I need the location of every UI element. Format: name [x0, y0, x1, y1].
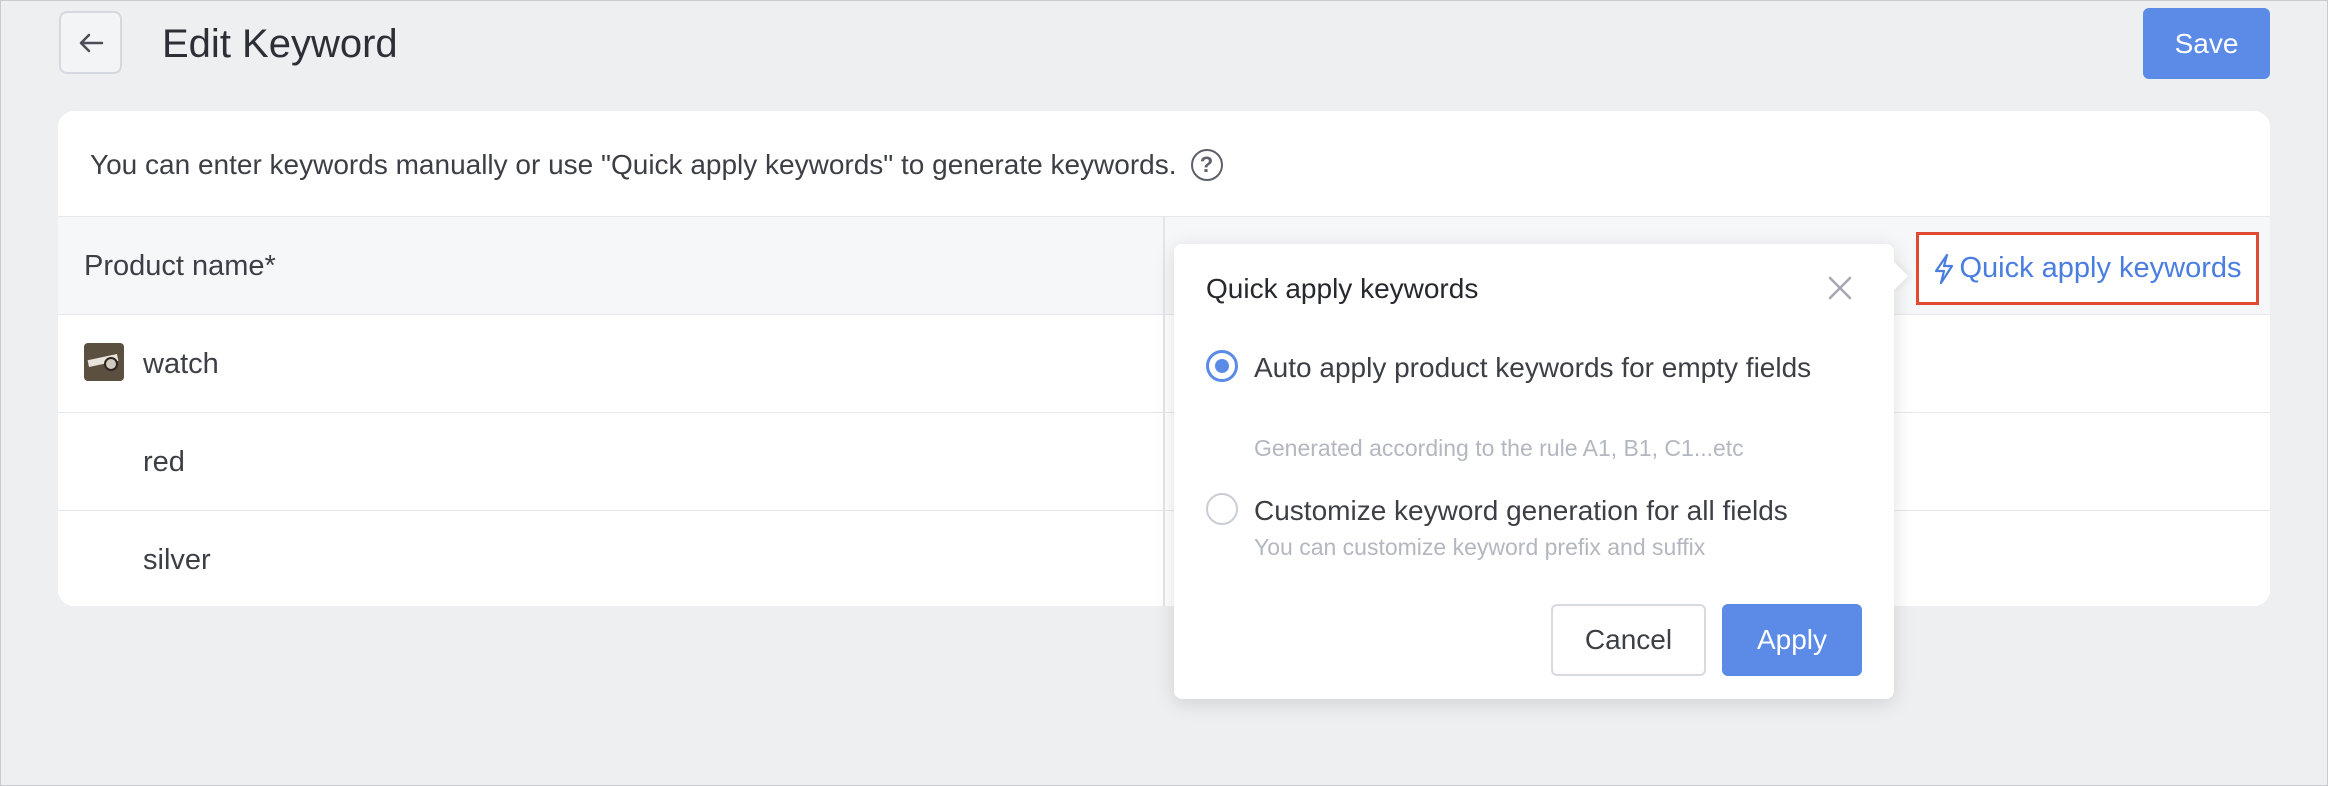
variant-name: silver [143, 544, 211, 576]
save-button[interactable]: Save [2143, 8, 2270, 79]
cancel-button[interactable]: Cancel [1551, 604, 1706, 676]
option-label: Auto apply product keywords for empty fi… [1254, 352, 1812, 383]
option-hint: Generated according to the rule A1, B1, … [1254, 435, 1744, 461]
back-button[interactable] [59, 11, 122, 74]
radio-unselected-icon[interactable] [1206, 493, 1238, 525]
lightning-icon [1935, 253, 1954, 284]
popover-title: Quick apply keywords [1206, 273, 1479, 304]
page-title: Edit Keyword [162, 22, 398, 66]
arrow-left-icon [79, 33, 103, 52]
option-hint: You can customize keyword prefix and suf… [1254, 534, 1706, 560]
product-name: watch [143, 348, 219, 380]
close-icon[interactable] [1826, 274, 1854, 302]
apply-button[interactable]: Apply [1722, 604, 1862, 676]
column-divider [1163, 216, 1165, 606]
option-label: Customize keyword generation for all fie… [1254, 495, 1788, 526]
info-banner: You can enter keywords manually or use "… [90, 145, 1223, 185]
radio-selected-icon[interactable] [1206, 350, 1238, 382]
product-thumbnail [84, 343, 124, 381]
keyword-card: You can enter keywords manually or use "… [58, 111, 2270, 606]
variant-name: red [143, 446, 185, 478]
quick-apply-popover: Quick apply keywords Auto apply product … [1174, 244, 1909, 699]
quick-apply-label: Quick apply keywords [1959, 252, 2242, 284]
quick-apply-keywords-button[interactable]: Quick apply keywords [1916, 232, 2259, 305]
info-text: You can enter keywords manually or use "… [90, 149, 1177, 180]
help-circle-icon[interactable]: ? [1190, 149, 1223, 181]
product-name-header: Product name* [84, 250, 276, 282]
